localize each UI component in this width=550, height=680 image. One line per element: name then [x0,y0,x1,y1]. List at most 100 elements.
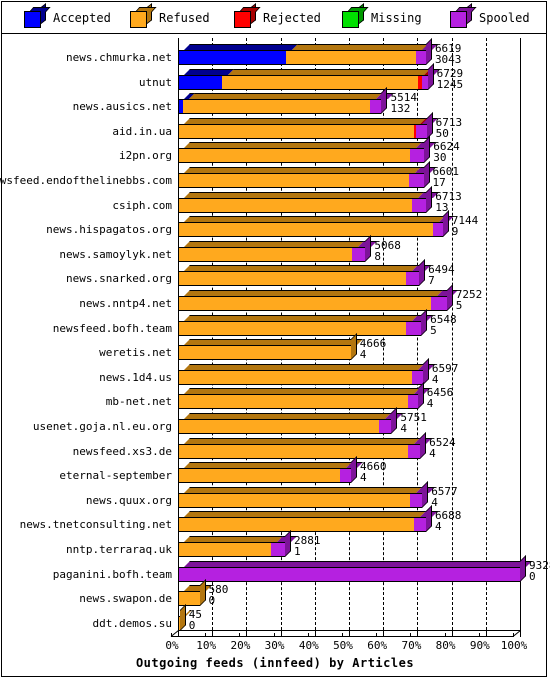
bar-segment-refused[interactable] [178,492,410,508]
bar-segment-refused[interactable] [178,394,408,410]
bar-value-label: 6597 4 [432,363,459,385]
bar-segment-refused[interactable] [178,296,432,311]
bar-segment-refused[interactable] [178,517,414,533]
stacked-bar[interactable] [178,382,430,410]
bar-segment-spooled[interactable] [369,99,382,115]
legend-label-accepted: Accepted [53,11,111,25]
stacked-bar[interactable] [178,407,404,434]
bar-value-secondary: 5 [455,299,463,312]
bar-segment-spooled[interactable] [433,222,443,238]
stacked-bar[interactable] [178,579,212,607]
bar-segment-spooled[interactable] [411,369,423,385]
y-axis-label: mb-net.net [105,395,172,409]
x-tick-front [444,633,446,637]
bar-endcap [425,38,432,65]
stacked-bar[interactable] [178,136,437,164]
stacked-bar[interactable] [178,530,298,557]
stacked-bar[interactable] [178,603,192,631]
bar-segment-spooled[interactable] [178,566,520,582]
bar-segment-refused[interactable] [178,246,353,262]
bar-row [178,333,520,361]
bar-segment-spooled[interactable] [339,468,352,484]
y-axis-label: news.ausics.net [72,100,172,114]
stacked-bar[interactable] [178,431,433,459]
bar-value-label: 7252 5 [456,289,483,311]
bar-segment-refused[interactable] [178,320,407,336]
bar-segment-refused[interactable] [178,222,434,238]
bar-segment-refused[interactable] [178,443,409,459]
stacked-bar[interactable] [178,185,439,213]
stacked-bar[interactable] [178,480,435,508]
x-axis-title: Outgoing feeds (innfeed) by Articles [135,656,415,670]
bar-segment-spooled[interactable] [352,246,366,262]
bar-segment-spooled[interactable] [407,394,418,410]
stacked-bar[interactable] [178,38,438,65]
stacked-bar[interactable] [178,234,378,262]
bar-segment-spooled[interactable] [409,148,425,164]
bar-value-label: 5514 132 [390,92,417,114]
bar-segment-spooled[interactable] [416,50,426,65]
bar-value-label: 2881 1 [294,535,321,557]
bar-segment-spooled[interactable] [411,197,427,213]
bar-segment-spooled[interactable] [413,517,426,533]
bar-segment-spooled[interactable] [431,296,447,311]
bar-row [178,136,520,164]
bar-segment-refused[interactable] [178,271,407,287]
bar-segment-refused[interactable] [222,74,419,90]
bar-value-secondary: 9 [451,225,459,239]
bar-segment-spooled[interactable] [409,492,423,508]
bar-endcap [391,407,398,434]
bar-segment-accepted[interactable] [178,74,223,90]
accepted-cube-icon [24,3,51,29]
bar-segment-spooled[interactable] [271,542,286,557]
bar-segment-refused[interactable] [178,468,340,484]
bar-endcap [422,480,429,508]
bar-segment-spooled[interactable] [416,123,427,139]
x-tick-front [478,633,480,637]
bar-segment-refused[interactable] [178,345,351,361]
stacked-bar[interactable] [178,554,532,582]
stacked-bar[interactable] [178,284,459,311]
y-axis-label: newsfeed.xs3.de [72,444,172,458]
bar-segment-refused[interactable] [178,173,409,188]
bar-segment-spooled[interactable] [379,419,392,434]
stacked-bar[interactable] [178,161,436,188]
bar-segment-spooled[interactable] [406,271,420,287]
bar-segment-refused[interactable] [285,50,417,65]
bar-segment-spooled[interactable] [421,74,428,90]
x-tick [485,630,487,637]
stacked-bar[interactable] [178,62,440,90]
bar-row [178,456,520,484]
bar-segment-spooled[interactable] [406,320,422,336]
bar-row [178,554,532,582]
stacked-bar[interactable] [178,333,363,361]
bar-value-articles: 6524 [429,435,456,449]
stacked-bar[interactable] [178,87,394,115]
stacked-bar[interactable] [178,357,435,385]
bar-segment-refused[interactable] [178,197,412,213]
bar-row [178,382,520,410]
bar-segment-refused[interactable] [182,99,370,115]
bar-segment-refused[interactable] [178,419,380,434]
bar-endcap [179,603,186,631]
bar-value-secondary: 1 [294,545,301,558]
bar-segment-refused[interactable] [178,542,272,557]
y-axis-label: weretis.net [99,346,172,360]
stacked-bar[interactable] [178,259,432,287]
bar-segment-accepted[interactable] [178,50,286,65]
stacked-bar[interactable] [178,210,455,238]
bar-segment-refused[interactable] [178,123,414,139]
stacked-bar[interactable] [178,456,364,484]
bar-segment-spooled[interactable] [408,173,424,188]
x-tick-label: 100% [500,639,528,652]
stacked-bar[interactable] [178,308,434,336]
bar-segment-refused[interactable] [178,369,412,385]
bar-segment-refused[interactable] [178,148,410,164]
bar-value-secondary: 132 [390,102,411,116]
bar-segment-refused[interactable] [178,591,200,607]
bar-endcap [199,579,206,607]
bar-value-secondary: 4 [360,471,367,485]
bar-segment-spooled[interactable] [408,443,421,459]
stacked-bar[interactable] [178,505,438,533]
stacked-bar[interactable] [178,111,439,139]
